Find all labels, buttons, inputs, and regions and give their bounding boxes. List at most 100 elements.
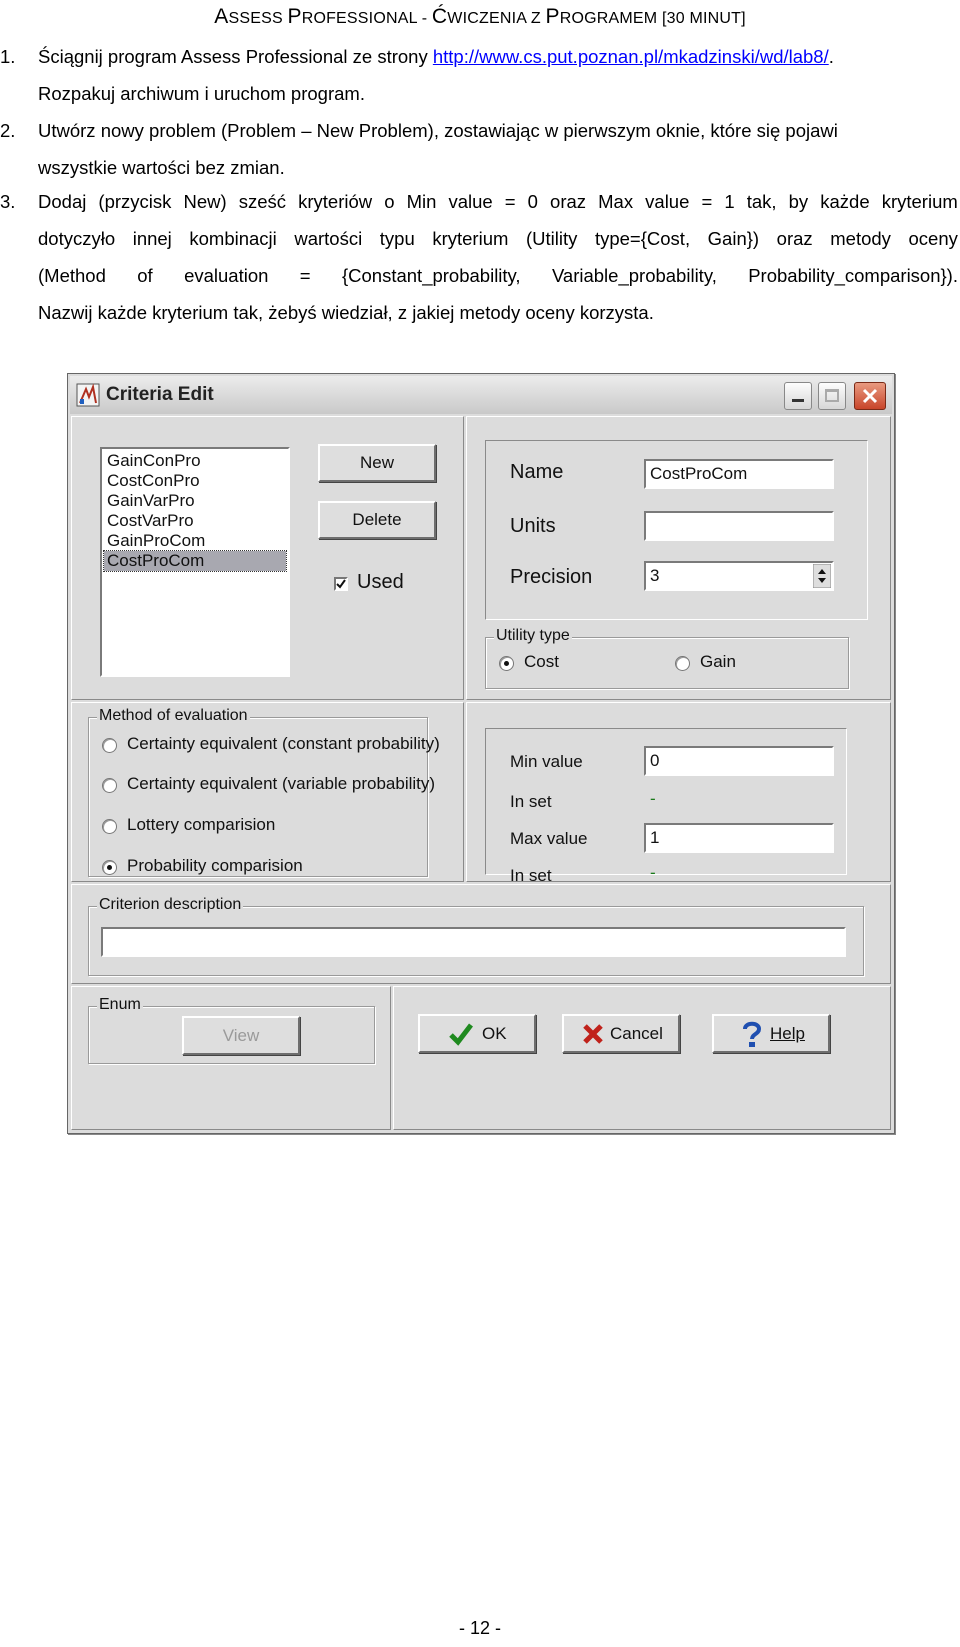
precision-value: 3 — [650, 566, 660, 585]
ok-button[interactable]: OK — [418, 1014, 536, 1053]
download-link[interactable]: http://www.cs.put.poznan.pl/mkadzinski/w… — [433, 46, 829, 67]
step-2: 2. Utwórz nowy problem (Problem – New Pr… — [0, 112, 960, 186]
list-item-selected[interactable]: CostProCom — [103, 550, 287, 572]
word: o — [384, 191, 395, 212]
method-of-evaluation-group: Method of evaluation Certainty equivalen… — [88, 707, 440, 877]
word: Probability_comparison}). — [748, 265, 958, 286]
word: każde — [820, 191, 870, 212]
word: metody — [830, 228, 891, 249]
in-set-label-min: In set — [510, 792, 552, 811]
method-radio-lottery[interactable] — [102, 819, 117, 834]
max-value-field[interactable]: 1 — [644, 823, 834, 853]
page-number: - 12 - — [458, 1618, 501, 1638]
word: Variable_probability, — [551, 265, 717, 286]
gain-radio[interactable] — [675, 656, 690, 671]
in-set-value-max: - — [650, 863, 656, 882]
word: oceny — [908, 228, 958, 249]
word: = — [504, 191, 516, 212]
used-checkbox[interactable] — [334, 577, 348, 591]
method-label-constant: Certainty equivalent (constant probabili… — [127, 734, 440, 753]
step-1-line-1: Ściągnij program Assess Professional ze … — [38, 46, 834, 67]
word: kryteriów — [298, 191, 373, 212]
word: value — [448, 191, 493, 212]
max-value-label: Max value — [510, 829, 588, 848]
word: innej — [132, 228, 172, 249]
dialog-title: Criteria Edit — [106, 384, 214, 405]
word: 1 — [724, 191, 735, 212]
word: kombinacji — [189, 228, 277, 249]
list-item[interactable]: GainVarPro — [104, 491, 286, 511]
word: Gain}) — [707, 228, 760, 249]
word: (przycisk — [98, 191, 172, 212]
minimize-button[interactable] — [784, 382, 812, 410]
word: kryterium — [881, 191, 958, 212]
word: New) — [183, 191, 227, 212]
word: 0 — [527, 191, 538, 212]
word: sześć — [238, 191, 287, 212]
enum-panel: Enum View — [71, 986, 391, 1130]
word: (Utility — [525, 228, 578, 249]
range-box: Min value 0 In set - Max value 1 In set … — [485, 728, 847, 885]
help-icon — [743, 1021, 762, 1047]
method-panel: Method of evaluation Certainty equivalen… — [71, 702, 464, 882]
help-button[interactable]: Help — [712, 1014, 830, 1053]
list-item[interactable]: CostVarPro — [104, 511, 286, 531]
criterion-description-field[interactable] — [101, 927, 846, 957]
utility-type-group: Utility type Cost Gain — [485, 627, 849, 689]
view-button[interactable]: View — [182, 1016, 300, 1055]
step-1: 1. Ściągnij program Assess Professional … — [0, 38, 960, 112]
in-set-value-min: - — [650, 789, 656, 808]
name-field[interactable]: CostProCom — [644, 459, 834, 489]
step-3-line-3: (Method of evaluation = {Constant_probabilit… — [38, 257, 958, 294]
method-label-lottery: Lottery comparision — [127, 815, 276, 834]
method-radio-constant[interactable] — [102, 738, 117, 753]
new-button[interactable]: New — [318, 444, 436, 482]
criteria-list[interactable]: GainConPro CostConPro GainVarPro CostVar… — [100, 447, 290, 677]
method-radio-variable[interactable] — [102, 778, 117, 793]
cost-radio[interactable] — [499, 656, 514, 671]
step-2-line-1: Utwórz nowy problem (Problem – New Probl… — [38, 120, 838, 141]
used-label: Used — [357, 571, 404, 593]
delete-button[interactable]: Delete — [318, 501, 436, 539]
criterion-description-group: Criterion description — [88, 896, 864, 976]
enum-group: Enum View — [88, 996, 375, 1064]
word: dotyczyło — [38, 228, 116, 249]
precision-spinner[interactable]: 3 — [644, 561, 834, 591]
identity-box: Name CostProCom Units Precision 3 — [485, 440, 868, 620]
spinner-arrows-icon[interactable] — [813, 564, 831, 588]
cancel-x-icon — [583, 1024, 603, 1044]
step-3: 3. Dodaj (przycisk New) sześć kryteriów o Min v… — [0, 183, 958, 333]
word: wartości — [294, 228, 363, 249]
name-label: Name — [510, 461, 564, 483]
method-label-probability: Probability comparision — [127, 856, 303, 875]
min-value-field[interactable]: 0 — [644, 746, 834, 776]
word: kryterium — [432, 228, 509, 249]
units-field[interactable] — [644, 511, 834, 541]
word: oraz — [776, 228, 813, 249]
word: typu — [379, 228, 415, 249]
word: (Method — [38, 265, 106, 286]
step-3-line-2: dotyczyło innej kombinacji wartości typu kryt… — [38, 220, 958, 257]
action-panel: OK Cancel Help — [393, 986, 891, 1130]
word: Min — [406, 191, 437, 212]
units-label: Units — [510, 515, 556, 537]
title-bar: Criteria Edit — [70, 376, 892, 414]
word: type={Cost, — [594, 228, 691, 249]
word: = — [701, 191, 713, 212]
list-item[interactable]: CostConPro — [104, 471, 286, 491]
word: of — [137, 265, 153, 286]
list-item[interactable]: GainProCom — [104, 531, 286, 551]
criteria-edit-dialog: Criteria Edit GainConPro CostConPro Gain… — [67, 373, 895, 1134]
close-button[interactable] — [854, 382, 886, 410]
word: by — [788, 191, 809, 212]
method-label-variable: Certainty equivalent (variable probabili… — [127, 774, 436, 793]
maximize-button[interactable] — [818, 382, 846, 410]
app-icon — [76, 383, 100, 407]
list-item[interactable]: GainConPro — [104, 451, 286, 471]
criteria-panel: GainConPro CostConPro GainVarPro CostVar… — [71, 416, 464, 700]
min-value-label: Min value — [510, 752, 583, 771]
utility-type-legend: Utility type — [494, 627, 572, 645]
method-radio-probability[interactable] — [102, 860, 117, 875]
cancel-button[interactable]: Cancel — [562, 1014, 680, 1053]
word: {Constant_probability, — [341, 265, 521, 286]
